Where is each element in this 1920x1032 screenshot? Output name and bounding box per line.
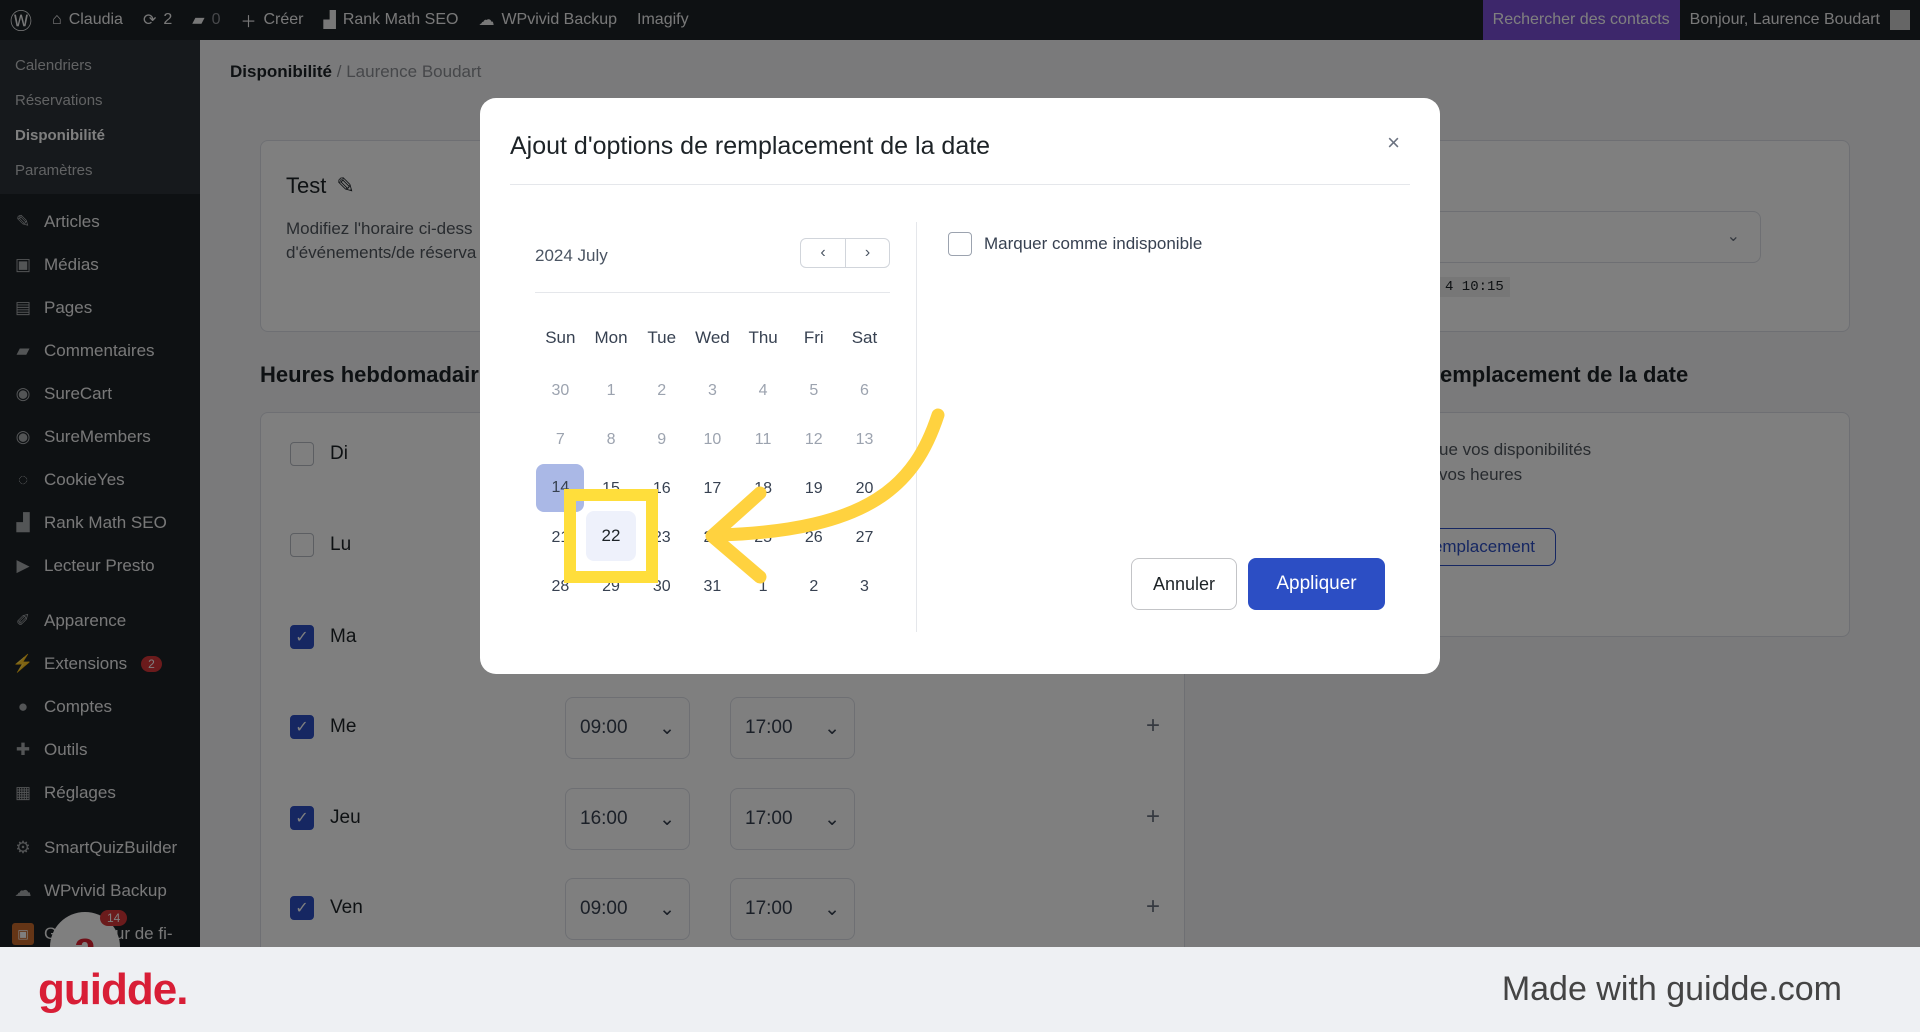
calendar-day: 30: [551, 381, 570, 399]
weekday-label: Thu: [748, 328, 778, 347]
weekday-label: Sun: [545, 328, 576, 347]
weekday-label: Mon: [594, 328, 628, 347]
made-with-text: Made with guidde.com: [1501, 970, 1842, 1008]
calendar-divider: [535, 292, 890, 293]
modal-divider: [510, 184, 1410, 185]
weekday-label: Wed: [695, 328, 730, 347]
weekday-header: Sun Mon Tue Wed Thu Fri Sat: [535, 320, 890, 356]
calendar-nav: ‹ ›: [800, 238, 890, 268]
apply-button[interactable]: Appliquer: [1248, 558, 1385, 610]
guidde-footer: guidde. Made with guidde.com: [0, 947, 1920, 1032]
weekday-label: Sat: [851, 328, 878, 347]
calendar-day: 2: [657, 381, 667, 399]
checkbox-box[interactable]: [948, 232, 972, 256]
guide-arrow-icon: [705, 408, 945, 584]
calendar-month-label: 2024 July: [535, 246, 608, 265]
calendar-day: 1: [606, 381, 616, 399]
mark-unavailable-checkbox[interactable]: Marquer comme indisponible: [948, 232, 1202, 256]
calendar-day: 8: [606, 430, 616, 448]
calendar-day-selected[interactable]: 22: [586, 511, 636, 561]
calendar-day: 7: [555, 430, 565, 448]
chevron-right-icon[interactable]: ›: [845, 239, 889, 267]
weekday-label: Tue: [647, 328, 677, 347]
cancel-button[interactable]: Annuler: [1131, 558, 1237, 610]
guidde-logo: guidde.: [38, 964, 188, 1014]
chevron-left-icon[interactable]: ‹: [801, 239, 845, 267]
close-icon[interactable]: ×: [1387, 130, 1400, 156]
modal-title: Ajout d'options de remplacement de la da…: [510, 132, 991, 160]
date-override-modal: Ajout d'options de remplacement de la da…: [480, 98, 1440, 674]
weekday-label: Fri: [803, 328, 824, 347]
calendar-day: 9: [657, 430, 667, 448]
